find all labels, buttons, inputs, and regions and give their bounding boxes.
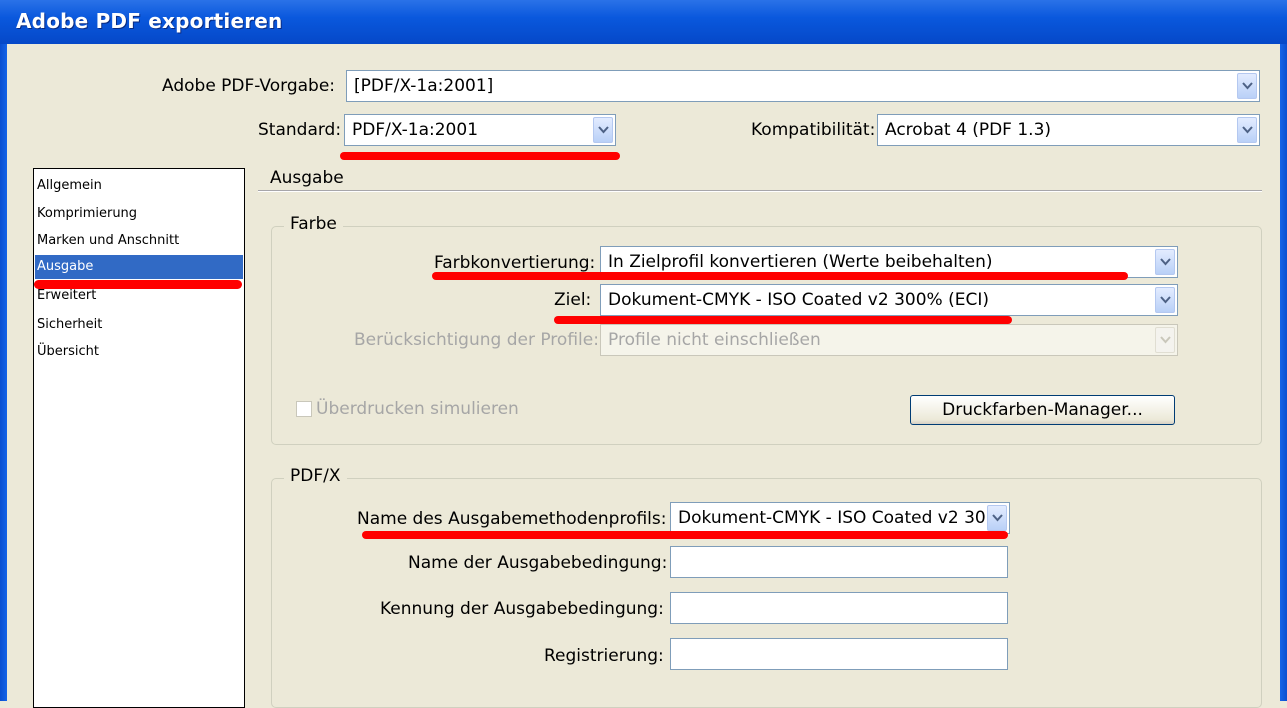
chevron-down-icon[interactable] bbox=[1237, 117, 1257, 143]
category-list[interactable]: Allgemein Komprimierung Marken und Ansch… bbox=[33, 168, 245, 708]
preset-value: [PDF/X-1a:2001] bbox=[354, 76, 494, 96]
section-title: Ausgabe bbox=[270, 168, 344, 188]
condition-name-label: Name der Ausgabebedingung: bbox=[408, 553, 667, 573]
output-profile-value: Dokument-CMYK - ISO Coated v2 30 bbox=[678, 508, 985, 528]
chevron-down-icon[interactable] bbox=[1237, 73, 1257, 99]
standard-select[interactable]: PDF/X-1a:2001 bbox=[344, 114, 616, 146]
annotation-underline-target bbox=[554, 316, 1012, 324]
annotation-underline-conversion bbox=[432, 272, 1128, 280]
standard-value: PDF/X-1a:2001 bbox=[352, 120, 479, 140]
registry-label-text: Registrierung: bbox=[544, 646, 664, 666]
chevron-down-icon[interactable] bbox=[593, 117, 613, 143]
registry-input[interactable] bbox=[670, 638, 1008, 670]
simulate-label: Überdrucken simulieren bbox=[316, 399, 519, 419]
window-title: Adobe PDF exportieren bbox=[16, 9, 283, 33]
pdfx-legend: PDF/X bbox=[284, 466, 347, 486]
condition-name-input[interactable] bbox=[670, 546, 1008, 578]
profiles-value: Profile nicht einschließen bbox=[608, 330, 821, 350]
ink-manager-button[interactable]: Druckfarben-Manager... bbox=[910, 395, 1175, 425]
section-divider-highlight bbox=[258, 191, 1262, 192]
profiles-label: Berücksichtigung der Profile: bbox=[354, 330, 599, 350]
annotation-underline-ausgabe bbox=[34, 280, 242, 289]
conversion-value: In Zielprofil konvertieren (Werte beibeh… bbox=[608, 252, 993, 272]
condition-id-label: Kennung der Ausgabebedingung: bbox=[380, 599, 664, 619]
window-frame-left bbox=[0, 44, 7, 701]
sidebar-item-allgemein[interactable]: Allgemein bbox=[37, 178, 102, 193]
output-profile-label-text: Name des Ausgabemethodenprofils: bbox=[357, 509, 667, 529]
preset-select[interactable]: [PDF/X-1a:2001] bbox=[346, 70, 1260, 102]
compat-value: Acrobat 4 (PDF 1.3) bbox=[885, 120, 1052, 140]
annotation-underline-standard bbox=[340, 152, 620, 160]
compat-select[interactable]: Acrobat 4 (PDF 1.3) bbox=[877, 114, 1260, 146]
target-value: Dokument-CMYK - ISO Coated v2 300% (ECI) bbox=[608, 290, 989, 310]
output-profile-label: Name des Ausgabemethodenprofils: bbox=[357, 509, 667, 529]
target-select[interactable]: Dokument-CMYK - ISO Coated v2 300% (ECI) bbox=[600, 284, 1178, 316]
chevron-down-icon[interactable] bbox=[1155, 249, 1175, 275]
preset-label-text: Adobe PDF-Vorgabe: bbox=[162, 76, 336, 96]
title-bar: Adobe PDF exportieren bbox=[0, 0, 1287, 44]
sidebar-item-uebersicht[interactable]: Übersicht bbox=[37, 344, 99, 359]
chevron-down-icon[interactable] bbox=[987, 505, 1007, 531]
sidebar-item-ausgabe[interactable]: Ausgabe bbox=[35, 255, 243, 279]
simulate-checkbox[interactable] bbox=[296, 401, 312, 417]
target-label: Ziel: bbox=[554, 290, 591, 310]
profiles-select[interactable]: Profile nicht einschließen bbox=[600, 324, 1178, 356]
compat-label: Kompatibilität: bbox=[751, 120, 875, 140]
condition-name-label-text: Name der Ausgabebedingung: bbox=[408, 553, 668, 573]
output-profile-select[interactable]: Dokument-CMYK - ISO Coated v2 30 bbox=[670, 502, 1010, 534]
standard-label: Standard: bbox=[258, 120, 341, 140]
sidebar-item-sicherheit[interactable]: Sicherheit bbox=[37, 317, 102, 332]
chevron-down-icon[interactable] bbox=[1155, 287, 1175, 313]
condition-id-input[interactable] bbox=[670, 592, 1008, 624]
annotation-underline-output-profile bbox=[362, 531, 1008, 539]
registry-label: Registrierung: bbox=[544, 646, 664, 666]
sidebar-item-marken[interactable]: Marken und Anschnitt bbox=[37, 233, 179, 248]
conversion-label-text: Farbkonvertierung: bbox=[434, 253, 596, 273]
sidebar-item-erweitert[interactable]: Erweitert bbox=[37, 288, 96, 303]
chevron-down-icon bbox=[1155, 327, 1175, 353]
condition-id-label-text: Kennung der Ausgabebedingung: bbox=[380, 599, 664, 619]
standard-label-text: Standard: bbox=[258, 120, 342, 140]
sidebar-item-komprimierung[interactable]: Komprimierung bbox=[37, 206, 137, 221]
profiles-label-text: Berücksichtigung der Profile: bbox=[354, 330, 599, 350]
compat-label-text: Kompatibilität: bbox=[751, 120, 876, 140]
window-frame-right bbox=[1280, 44, 1287, 701]
preset-label: Adobe PDF-Vorgabe: bbox=[162, 76, 335, 96]
conversion-label: Farbkonvertierung: bbox=[434, 253, 595, 273]
color-legend: Farbe bbox=[284, 214, 343, 234]
target-label-text: Ziel: bbox=[554, 290, 592, 310]
